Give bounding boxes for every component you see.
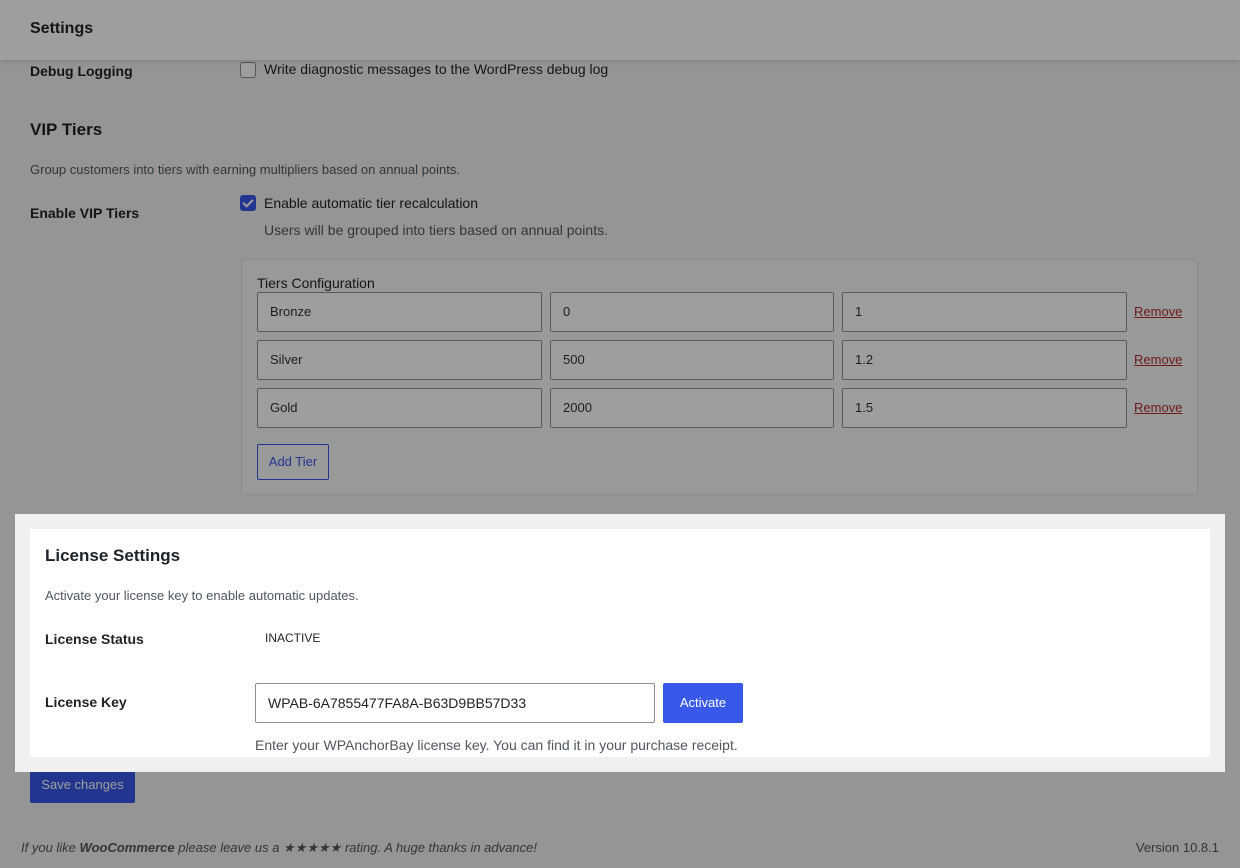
license-status-badge: INACTIVE [265, 631, 321, 645]
license-key-help: Enter your WPAnchorBay license key. You … [255, 737, 738, 753]
debug-logging-label: Debug Logging [30, 63, 133, 79]
tier-name-input[interactable]: Bronze [257, 292, 542, 332]
license-settings-description: Activate your license key to enable auto… [45, 588, 359, 603]
debug-logging-checkbox[interactable] [240, 62, 256, 78]
vip-tiers-description: Group customers into tiers with earning … [30, 162, 460, 177]
footer-text-before: If you like [21, 840, 80, 855]
enable-vip-tiers-checkbox[interactable] [240, 195, 256, 211]
license-settings-heading: License Settings [45, 546, 181, 565]
top-bar: Settings [0, 0, 1240, 60]
license-settings-spotlight: License Settings Activate your license k… [15, 514, 1225, 772]
tiers-configuration-title: Tiers Configuration [257, 275, 375, 291]
license-key-input[interactable]: WPAB-6A7855477FA8A-B63D9BB57D33 [255, 683, 655, 723]
tier-points-input[interactable]: 0 [550, 292, 834, 332]
tier-points-input[interactable]: 500 [550, 340, 834, 380]
page-title: Settings [30, 20, 94, 37]
tier-points-input[interactable]: 2000 [550, 388, 834, 428]
footer-rating-text: If you like WooCommerce please leave us … [21, 840, 537, 856]
enable-vip-tiers-label: Enable VIP Tiers [30, 205, 140, 221]
license-key-label: License Key [45, 694, 127, 710]
footer-text-after: please leave us a ★★★★★ rating. A huge t… [174, 840, 537, 855]
vip-tiers-heading: VIP Tiers [30, 120, 103, 139]
activate-button[interactable]: Activate [663, 683, 743, 723]
remove-tier-link[interactable]: Remove [1134, 304, 1182, 319]
footer-version: Version 10.8.1 [1135, 840, 1219, 855]
tier-multiplier-input[interactable]: 1.5 [842, 388, 1127, 428]
save-changes-button[interactable]: Save changes [30, 767, 135, 803]
remove-tier-link[interactable]: Remove [1134, 352, 1182, 367]
footer-brand[interactable]: WooCommerce [80, 840, 175, 855]
add-tier-button[interactable]: Add Tier [257, 444, 329, 480]
license-status-label: License Status [45, 631, 144, 647]
remove-tier-link[interactable]: Remove [1134, 400, 1182, 415]
enable-vip-tiers-checkbox-label[interactable]: Enable automatic tier recalculation [264, 195, 478, 211]
vip-tiers-help: Users will be grouped into tiers based o… [264, 222, 608, 238]
license-settings-section: License Settings Activate your license k… [30, 529, 1210, 757]
tier-multiplier-input[interactable]: 1 [842, 292, 1127, 332]
tier-multiplier-input[interactable]: 1.2 [842, 340, 1127, 380]
tier-name-input[interactable]: Silver [257, 340, 542, 380]
tier-name-input[interactable]: Gold [257, 388, 542, 428]
debug-logging-checkbox-label[interactable]: Write diagnostic messages to the WordPre… [264, 61, 608, 77]
